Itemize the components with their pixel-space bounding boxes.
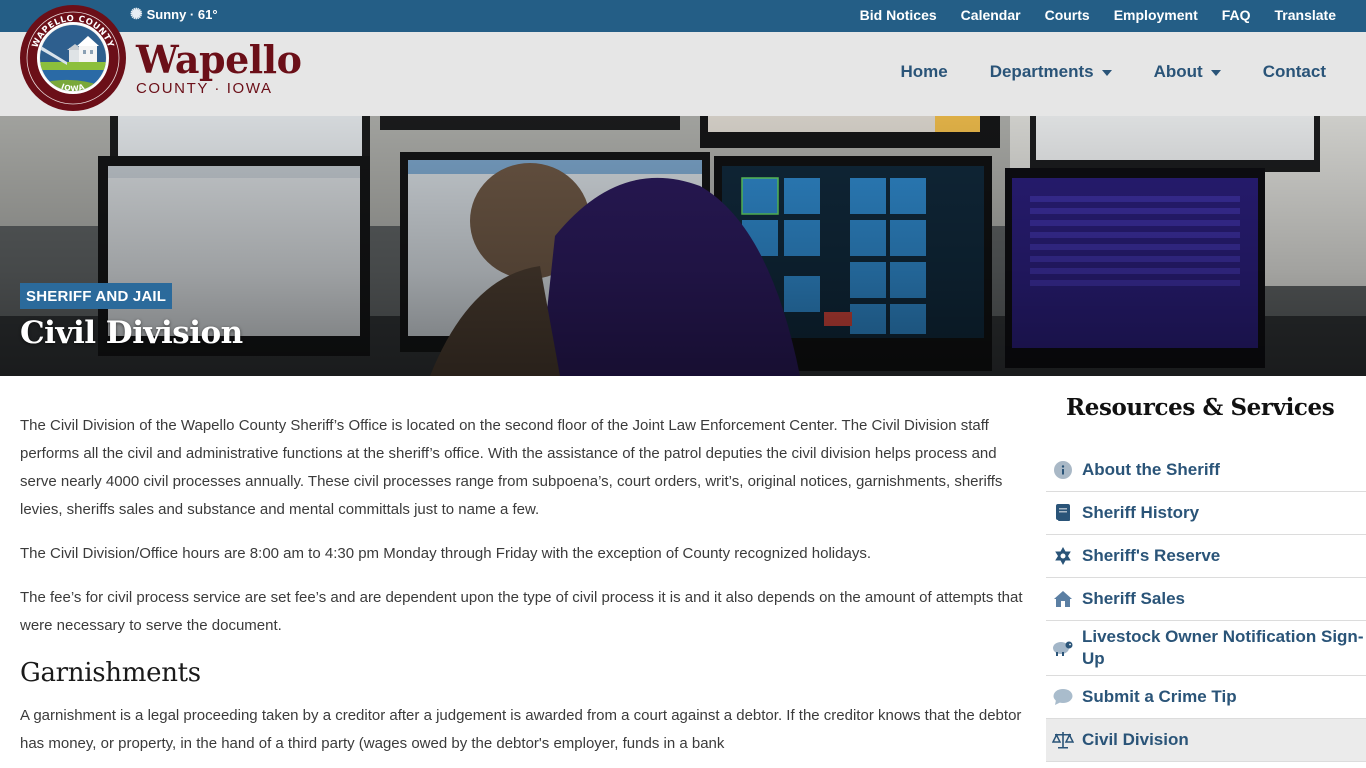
office-hours-paragraph: The Civil Division/Office hours are 8:00… [20, 545, 871, 562]
utility-link-translate[interactable]: Translate [1275, 7, 1336, 23]
nav-about-label: About [1153, 62, 1203, 81]
utility-nav: Bid Notices Calendar Courts Employment F… [860, 7, 1336, 23]
weather-widget: ✺ Sunny · 61° [130, 7, 218, 22]
utility-link-faq[interactable]: FAQ [1222, 7, 1251, 23]
sidebar-item-civil-division[interactable]: Civil Division [1046, 719, 1366, 762]
sidebar-list: About the Sheriff Sheriff History Sherif… [1046, 449, 1366, 762]
nav-departments-label: Departments [989, 62, 1094, 81]
sidebar-item-label: Civil Division [1082, 730, 1189, 749]
comment-icon [1052, 686, 1074, 708]
utility-link-courts[interactable]: Courts [1045, 7, 1090, 23]
nav-contact-label: Contact [1262, 62, 1326, 81]
county-seal-logo[interactable]: WAPELLO COUNTY IOWA [19, 4, 127, 112]
info-circle-icon [1052, 459, 1074, 481]
intro-paragraph: The Civil Division of the Wapello County… [20, 417, 1003, 518]
utility-link-employment[interactable]: Employment [1114, 7, 1198, 23]
sidebar-item-label: About the Sheriff [1082, 460, 1220, 479]
nav-home-label: Home [900, 62, 948, 81]
brand-name: Wapello [136, 37, 302, 82]
nav-contact[interactable]: Contact [1263, 62, 1326, 82]
page-title: Civil Division [20, 315, 243, 351]
sidebar-item-submit-crime-tip[interactable]: Submit a Crime Tip [1046, 676, 1366, 719]
brand[interactable]: Wapello COUNTY · IOWA [136, 37, 302, 98]
nav-about[interactable]: About [1154, 62, 1221, 82]
main-nav: Home Departments About Contact [900, 62, 1326, 82]
utility-link-calendar[interactable]: Calendar [961, 7, 1021, 23]
garnishments-heading: Garnishments [20, 658, 201, 688]
department-tag[interactable]: SHERIFF AND JAIL [20, 283, 173, 309]
sidebar-item-label: Submit a Crime Tip [1082, 687, 1237, 706]
fees-paragraph: The fee’s for civil process service are … [20, 589, 1023, 634]
hero-banner: SHERIFF AND JAIL Civil Division [0, 116, 1366, 376]
site-header: Wapello COUNTY · IOWA Home Departments A… [0, 32, 1366, 116]
resources-sidebar: Resources & Services About the Sheriff S… [1046, 390, 1366, 762]
sidebar-item-about-the-sheriff[interactable]: About the Sheriff [1046, 449, 1366, 492]
book-icon [1052, 502, 1074, 524]
home-icon [1052, 588, 1074, 610]
sidebar-item-sheriff-history[interactable]: Sheriff History [1046, 492, 1366, 535]
garnishments-paragraph: A garnishment is a legal proceeding take… [20, 707, 1022, 752]
scale-icon [1052, 729, 1074, 751]
main-content: The Civil Division of the Wapello County… [20, 412, 1025, 768]
brand-subtitle: COUNTY · IOWA [136, 80, 273, 97]
utility-bar: ✺ Sunny · 61° Bid Notices Calendar Court… [0, 0, 1366, 32]
sheep-icon [1052, 637, 1074, 659]
nav-home[interactable]: Home [900, 62, 947, 82]
sidebar-title: Resources & Services [1066, 394, 1335, 421]
sidebar-item-label: Sheriff History [1082, 503, 1200, 522]
sidebar-item-sheriffs-reserve[interactable]: Sheriff's Reserve [1046, 535, 1366, 578]
star-badge-icon [1052, 545, 1074, 567]
caret-down-icon [1210, 70, 1221, 76]
sidebar-item-label: Livestock Owner Notification Sign-Up [1082, 627, 1364, 668]
weather-text: Sunny · 61° [146, 7, 218, 22]
sidebar-item-sheriff-sales[interactable]: Sheriff Sales [1046, 578, 1366, 621]
sidebar-item-label: Sheriff Sales [1082, 589, 1185, 608]
sidebar-item-livestock-notification[interactable]: Livestock Owner Notification Sign-Up [1046, 621, 1366, 676]
sidebar-item-label: Sheriff's Reserve [1082, 546, 1221, 565]
sun-icon: ✺ [130, 6, 143, 23]
nav-departments[interactable]: Departments [990, 62, 1112, 82]
caret-down-icon [1101, 70, 1112, 76]
utility-link-bid-notices[interactable]: Bid Notices [860, 7, 937, 23]
